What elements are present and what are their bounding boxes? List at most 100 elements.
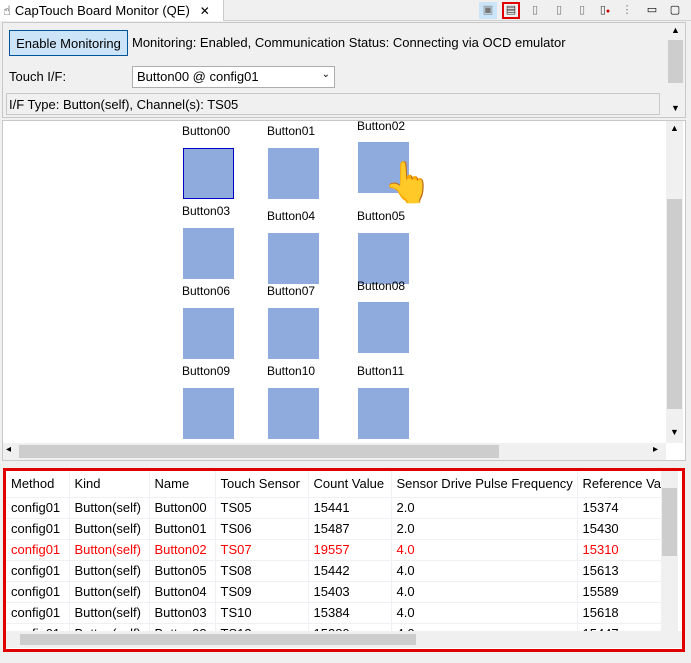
table-row[interactable]: config01 Button(self) Button02 TS07 19557 4.0…	[6, 539, 668, 561]
table-cell: config01	[6, 539, 70, 561]
touch-button-button03[interactable]	[183, 228, 234, 279]
table-cell: 15589	[577, 581, 668, 603]
enable-monitoring-button[interactable]: Enable Monitoring	[9, 30, 128, 56]
more-icon[interactable]: ⋮	[618, 2, 636, 19]
table-cell: Button(self)	[69, 539, 150, 561]
table-cell: config01	[6, 518, 70, 540]
chevron-down-icon: ⌄	[321, 69, 330, 80]
stop-icon[interactable]: ▯	[550, 2, 568, 19]
table-cell: Button05	[149, 560, 216, 582]
maximize-icon[interactable]: ▢	[666, 2, 684, 19]
table-cell: config01	[6, 497, 70, 519]
table-cell: 4.0	[391, 581, 578, 603]
column-header[interactable]: Count Value	[308, 471, 392, 498]
touch-if-select[interactable]: Button00 @ config01 ⌄	[132, 66, 335, 88]
column-header[interactable]: Method	[6, 471, 70, 498]
table-cell: TS10	[215, 602, 309, 624]
table-cell: 19557	[308, 539, 392, 561]
table-cell: 4.0	[391, 560, 578, 582]
board-canvas: Button00 Button01 Button02 Button03 Button04…	[2, 119, 686, 461]
table-vertical-scrollbar[interactable]	[661, 471, 678, 631]
pause-icon[interactable]: ▯	[573, 2, 591, 19]
table-cell: 15430	[577, 518, 668, 540]
touch-if-value: Button00 @ config01	[137, 69, 259, 84]
table-cell: 15618	[577, 602, 668, 624]
table-cell: 2.0	[391, 518, 578, 540]
button-label: Button09	[182, 364, 231, 378]
button-label: Button06	[182, 284, 231, 298]
table-cell: 15374	[577, 497, 668, 519]
table-cell: TS05	[215, 497, 309, 519]
table-cell: TS07	[215, 539, 309, 561]
table-row[interactable]: config01 Button(self) Button03 TS10 15384 4.0…	[6, 602, 668, 624]
table-cell: 4.0	[391, 602, 578, 624]
touch-button-button11[interactable]	[358, 388, 409, 439]
table-cell: 15441	[308, 497, 392, 519]
touch-button-button01[interactable]	[268, 148, 319, 199]
touch-if-label: Touch I/F:	[9, 69, 67, 84]
table-cell: Button(self)	[69, 518, 150, 540]
table-cell: Button01	[149, 518, 216, 540]
column-header[interactable]: Touch Sensor	[215, 471, 309, 498]
table-cell: 15442	[308, 560, 392, 582]
table-cell: 15384	[308, 602, 392, 624]
minimize-icon[interactable]: ▭	[643, 2, 661, 19]
touch-button-button05[interactable]	[358, 233, 409, 284]
sensor-table: Method Kind Name Touch Sensor Count Value Sen…	[6, 471, 668, 645]
button-label: Button04	[267, 209, 316, 223]
touch-button-button08[interactable]	[358, 302, 409, 353]
column-header[interactable]: Name	[149, 471, 216, 498]
run-icon[interactable]: ▯	[526, 2, 544, 19]
button-label: Button03	[182, 204, 231, 218]
table-cell: Button02	[149, 539, 216, 561]
column-header[interactable]: Kind	[69, 471, 150, 498]
touch-button-button00[interactable]	[183, 148, 234, 199]
button-label: Button01	[267, 124, 316, 138]
tab-bar: ☝ CapTouch Board Monitor (QE) ✕ ▣ ▤ ▯ ▯ …	[0, 0, 691, 21]
table-cell: config01	[6, 560, 70, 582]
monitor-refresh-icon[interactable]: ▣	[479, 2, 497, 19]
board-view-icon[interactable]: ▤	[502, 2, 520, 19]
record-icon[interactable]: ▯●	[596, 2, 614, 19]
monitoring-status: Monitoring: Enabled, Communication Statu…	[132, 35, 566, 50]
table-cell: 15613	[577, 560, 668, 582]
touch-button-button10[interactable]	[268, 388, 319, 439]
touch-button-button07[interactable]	[268, 308, 319, 359]
touch-button-button04[interactable]	[268, 233, 319, 284]
button-label: Button08	[357, 279, 406, 293]
table-cell: config01	[6, 581, 70, 603]
button-label: Button02	[357, 119, 406, 133]
hand-pointer-cursor-icon: 👆	[383, 161, 433, 205]
monitor-panel: Enable Monitoring Monitoring: Enabled, C…	[2, 22, 686, 118]
button-label: Button00	[182, 124, 231, 138]
table-cell: Button04	[149, 581, 216, 603]
button-label: Button11	[357, 364, 405, 378]
hand-icon: ☝	[3, 2, 11, 18]
button-label: Button07	[267, 284, 316, 298]
table-row[interactable]: config01 Button(self) Button05 TS08 15442 4.0…	[6, 560, 668, 582]
touch-button-button06[interactable]	[183, 308, 234, 359]
table-cell: Button03	[149, 602, 216, 624]
table-cell: 4.0	[391, 539, 578, 561]
table-cell: 15310	[577, 539, 668, 561]
canvas-horizontal-scrollbar[interactable]: ◂ ▸	[3, 443, 666, 460]
table-row[interactable]: config01 Button(self) Button04 TS09 15403 4.0…	[6, 581, 668, 603]
sensor-table-panel: Method Kind Name Touch Sensor Count Value Sen…	[3, 468, 685, 652]
table-cell: Button(self)	[69, 581, 150, 603]
table-cell: 2.0	[391, 497, 578, 519]
touch-button-button09[interactable]	[183, 388, 234, 439]
table-cell: Button(self)	[69, 602, 150, 624]
vertical-scrollbar[interactable]: ▲ ▼	[667, 23, 684, 117]
table-cell: TS06	[215, 518, 309, 540]
column-header[interactable]: Reference Va	[577, 471, 668, 498]
table-cell: 15403	[308, 581, 392, 603]
close-icon[interactable]: ✕	[200, 4, 210, 18]
table-row[interactable]: config01 Button(self) Button00 TS05 15441 2.0…	[6, 497, 668, 519]
table-cell: TS08	[215, 560, 309, 582]
table-cell: Button(self)	[69, 560, 150, 582]
table-row[interactable]: config01 Button(self) Button01 TS06 15487 2.0…	[6, 518, 668, 540]
column-header[interactable]: Sensor Drive Pulse Frequency	[391, 471, 578, 498]
table-horizontal-scrollbar[interactable]	[6, 631, 682, 648]
canvas-vertical-scrollbar[interactable]: ▲ ▼	[666, 121, 683, 443]
tab-captouch-board-monitor[interactable]: ☝ CapTouch Board Monitor (QE) ✕	[0, 0, 224, 21]
